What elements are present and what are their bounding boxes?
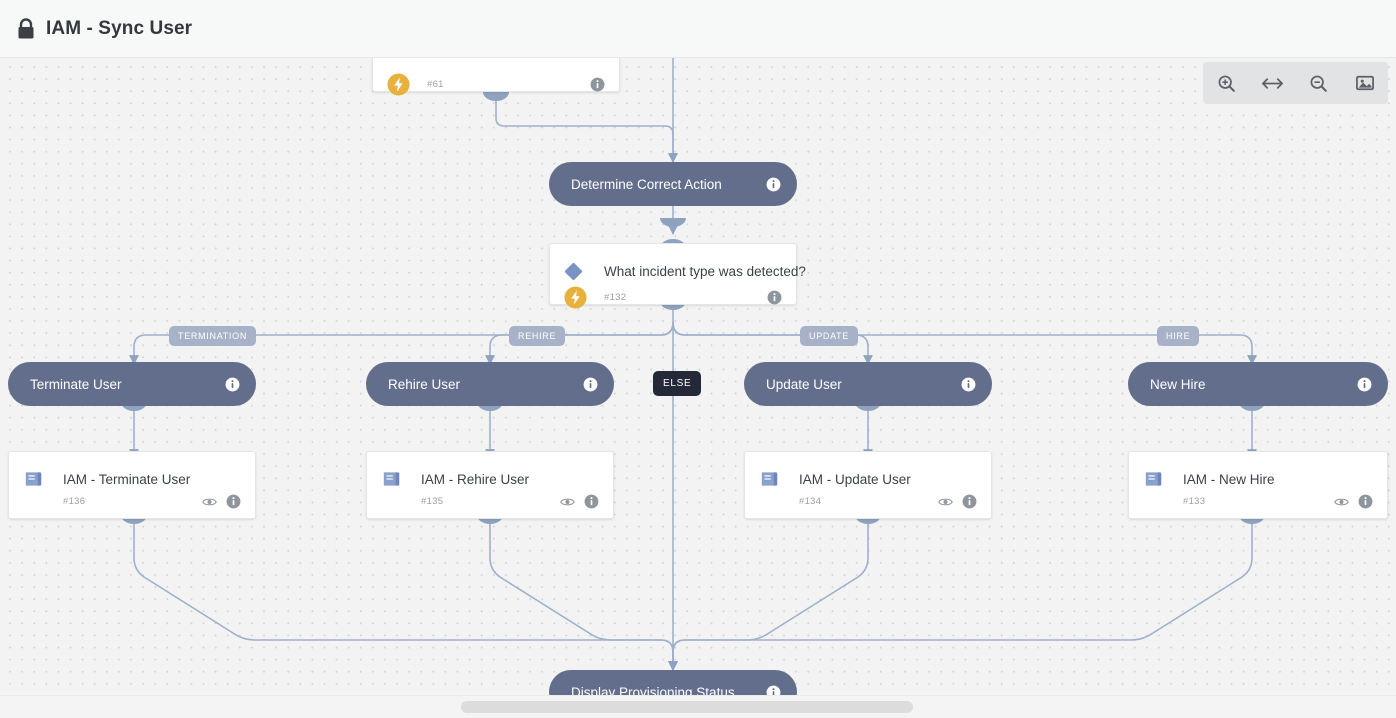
node-rehire-user[interactable]: Rehire User — [366, 362, 614, 406]
info-icon[interactable] — [767, 290, 782, 305]
subflow-id: #134 — [799, 496, 822, 507]
info-icon[interactable] — [590, 77, 605, 92]
zoom-in-icon[interactable] — [1209, 66, 1243, 100]
eye-icon[interactable] — [560, 496, 575, 508]
node-label: Rehire User — [388, 376, 461, 392]
lock-icon — [18, 17, 34, 38]
info-icon[interactable] — [1357, 377, 1372, 392]
node-determine-correct-action[interactable]: Determine Correct Action — [549, 162, 797, 206]
decision-card-id: #132 — [604, 292, 627, 303]
subflow-badge — [23, 470, 49, 488]
decision-card-top: What incident type was detected? — [550, 244, 806, 286]
node-update-user[interactable]: Update User — [744, 362, 992, 406]
subflow-card-icons — [1334, 494, 1373, 509]
edge-label-update[interactable]: UPDATE — [800, 326, 859, 346]
subflow-title: IAM - Update User — [799, 471, 911, 487]
info-icon[interactable] — [766, 177, 781, 192]
edge-label-hire[interactable]: HIRE — [1157, 326, 1200, 346]
page-title: IAM - Sync User — [46, 17, 193, 39]
subflow-title: IAM - New Hire — [1183, 471, 1275, 487]
subflow-id: #136 — [63, 496, 86, 507]
export-image-icon[interactable] — [1348, 66, 1382, 100]
trigger-badge — [387, 73, 413, 96]
subflow-icon — [1145, 472, 1162, 486]
diamond-icon — [564, 262, 583, 280]
horizontal-scrollbar-thumb[interactable] — [461, 701, 913, 713]
bolt-icon — [387, 73, 410, 96]
subflow-card-bottom: #136 — [9, 494, 255, 519]
subflow-card-icons — [202, 494, 241, 509]
info-icon[interactable] — [226, 494, 241, 509]
subflow-icon — [25, 472, 42, 486]
subflow-id: #133 — [1183, 496, 1206, 507]
flow-designer-page: IAM - Sync User #61 Determine Correct Ac… — [0, 0, 1396, 718]
subflow-card-bottom: #133 — [1129, 494, 1387, 519]
edge-label-else[interactable]: ELSE — [653, 371, 702, 396]
decision-card-icons — [767, 290, 782, 305]
subflow-card-top: IAM - Update User — [745, 452, 991, 494]
workflow-canvas[interactable]: #61 Determine Correct Action What incide… — [0, 58, 1396, 718]
trigger-card[interactable]: #61 — [372, 58, 620, 96]
decision-badge — [564, 262, 590, 281]
subflow-card-update-user[interactable]: IAM - Update User #134 — [744, 451, 992, 519]
edge-label-rehire[interactable]: REHIRE — [509, 326, 566, 346]
subflow-card-bottom: #134 — [745, 494, 991, 519]
bolt-icon — [564, 286, 587, 309]
subflow-card-top: IAM - New Hire — [1129, 452, 1387, 494]
fit-width-icon[interactable] — [1255, 66, 1289, 100]
node-new-hire[interactable]: New Hire — [1128, 362, 1388, 406]
subflow-badge — [1143, 470, 1169, 488]
trigger-card-bottom: #61 — [373, 73, 619, 106]
canvas-toolbar[interactable] — [1203, 62, 1388, 104]
trigger-card-id: #61 — [427, 79, 444, 90]
subflow-badge — [759, 470, 785, 488]
subflow-title: IAM - Terminate User — [63, 471, 191, 487]
info-icon[interactable] — [584, 494, 599, 509]
subflow-id: #135 — [421, 496, 444, 507]
eye-icon[interactable] — [1334, 496, 1349, 508]
node-label: Determine Correct Action — [571, 176, 722, 192]
page-header: IAM - Sync User — [0, 0, 1396, 58]
subflow-card-top: IAM - Rehire User — [367, 452, 613, 494]
subflow-card-bottom: #135 — [367, 494, 613, 519]
horizontal-scrollbar[interactable] — [0, 695, 1396, 718]
decision-question: What incident type was detected? — [604, 263, 806, 279]
info-icon[interactable] — [962, 494, 977, 509]
edge-label-termination[interactable]: TERMINATION — [169, 326, 257, 346]
subflow-title: IAM - Rehire User — [421, 471, 530, 487]
subflow-icon — [383, 472, 400, 486]
subflow-card-terminate-user[interactable]: IAM - Terminate User #136 — [8, 451, 256, 519]
node-decision[interactable]: What incident type was detected? #132 — [549, 243, 806, 309]
info-icon[interactable] — [961, 377, 976, 392]
subflow-card-top: IAM - Terminate User — [9, 452, 255, 494]
subflow-badge — [381, 470, 407, 488]
subflow-icon — [761, 472, 778, 486]
subflow-card-icons — [560, 494, 599, 509]
subflow-card-icons — [938, 494, 977, 509]
decision-bolt-badge — [564, 286, 590, 309]
decision-card-bottom: #132 — [550, 286, 796, 319]
info-icon[interactable] — [583, 377, 598, 392]
eye-icon[interactable] — [202, 496, 217, 508]
node-label: New Hire — [1150, 376, 1206, 392]
eye-icon[interactable] — [938, 496, 953, 508]
trigger-card-top — [373, 58, 619, 73]
node-label: Terminate User — [30, 376, 122, 392]
subflow-card-rehire-user[interactable]: IAM - Rehire User #135 — [366, 451, 614, 519]
subflow-card-new-hire[interactable]: IAM - New Hire #133 — [1128, 451, 1388, 519]
zoom-out-icon[interactable] — [1302, 66, 1336, 100]
node-label: Update User — [766, 376, 842, 392]
info-icon[interactable] — [1358, 494, 1373, 509]
node-terminate-user[interactable]: Terminate User — [8, 362, 256, 406]
info-icon[interactable] — [225, 377, 240, 392]
trigger-card-icons — [590, 77, 605, 92]
